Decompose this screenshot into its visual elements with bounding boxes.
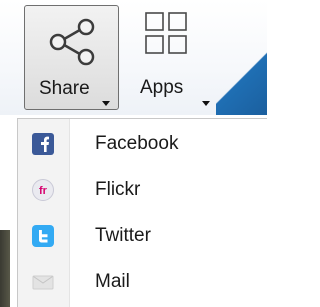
flickr-icon: fr: [32, 179, 54, 201]
apps-grid-icon: [145, 12, 187, 54]
menu-item-label: Twitter: [95, 225, 151, 246]
apps-button[interactable]: Apps: [130, 5, 215, 110]
svg-text:fr: fr: [39, 185, 48, 197]
share-button-label: Share: [39, 78, 90, 99]
menu-item-label: Facebook: [95, 133, 179, 154]
menu-item-twitter[interactable]: Twitter: [18, 213, 267, 259]
menu-item-flickr[interactable]: fr Flickr: [18, 167, 267, 213]
share-button[interactable]: Share: [24, 5, 119, 110]
share-dropdown-menu: Facebook fr Flickr Twitter Mail: [17, 118, 267, 307]
mail-icon: [32, 275, 54, 290]
menu-item-label: Flickr: [95, 179, 141, 200]
chevron-down-icon: [102, 101, 110, 106]
apps-button-label: Apps: [140, 77, 184, 98]
ribbon-toolbar: Share Apps: [0, 0, 267, 115]
ribbon-accent: [216, 0, 267, 115]
share-icon: [49, 18, 95, 66]
chevron-down-icon: [202, 101, 210, 106]
menu-item-facebook[interactable]: Facebook: [18, 121, 267, 167]
menu-item-mail[interactable]: Mail: [18, 259, 267, 305]
background-edge: [0, 230, 10, 307]
menu-item-label: Mail: [95, 271, 130, 292]
facebook-icon: [32, 133, 54, 155]
twitter-icon: [32, 225, 54, 247]
